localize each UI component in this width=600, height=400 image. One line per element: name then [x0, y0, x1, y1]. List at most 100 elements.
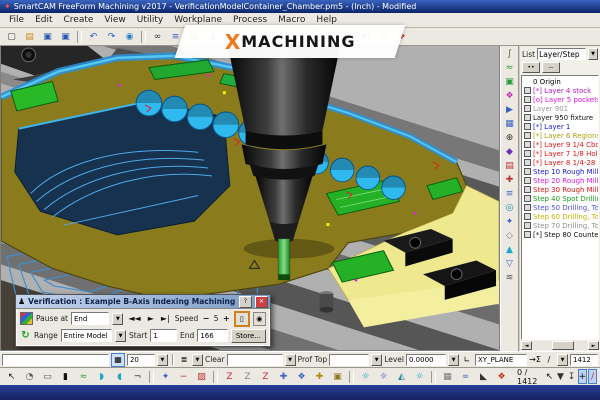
speed-plus-button[interactable]: +: [222, 314, 232, 324]
layer-list-item[interactable]: [o] Layer 5 pockets: [522, 95, 598, 104]
layer-list-item[interactable]: Step 50 Drilling, To: [522, 203, 598, 212]
new-file-icon[interactable]: ▢: [3, 28, 20, 45]
circle-teal-icon[interactable]: ◎: [502, 201, 517, 215]
drop-level-icon[interactable]: ↧: [566, 368, 577, 385]
menu-item[interactable]: Macro: [273, 15, 310, 25]
target-icon[interactable]: ⊕: [502, 131, 517, 145]
point-icon[interactable]: ▮: [57, 368, 74, 385]
spark-icon[interactable]: ✦: [157, 368, 174, 385]
cross-red-icon[interactable]: ✚: [502, 173, 517, 187]
hatch-icon[interactable]: ▨: [193, 368, 210, 385]
gear-red-icon[interactable]: ❖: [493, 368, 510, 385]
layer-list-item[interactable]: Step 40 Spot Drilling: [522, 194, 598, 203]
menu-item[interactable]: Create: [59, 15, 99, 25]
layer-list-item[interactable]: 0 Origin: [522, 77, 598, 86]
stop-mode-toggle[interactable]: ◉: [252, 311, 266, 326]
grid-snap-icon[interactable]: ▦: [110, 352, 125, 367]
layer-list-item[interactable]: Layer 950 fixture: [522, 113, 598, 122]
burst-cyan-icon[interactable]: ☼: [357, 368, 374, 385]
gem-icon[interactable]: ◆: [502, 145, 517, 159]
help-globe-icon[interactable]: ◉: [121, 28, 138, 45]
layer-list-item[interactable]: Step 10 Rough Milli: [522, 167, 598, 176]
show-tool-toggle[interactable]: ▯: [234, 310, 250, 327]
z-depth-red-icon[interactable]: Z: [221, 368, 238, 385]
arrow-path-icon[interactable]: ▶: [502, 103, 517, 117]
clear-button[interactable]: Clear: [205, 355, 225, 364]
layer-list-item[interactable]: Step 30 Rough Milli: [522, 185, 598, 194]
menu-item[interactable]: Help: [311, 15, 342, 25]
filter-dropdown-icon[interactable]: ▼: [284, 353, 296, 366]
layer-list-item[interactable]: Step 60 Drilling, To: [522, 212, 598, 221]
partial-circle-icon[interactable]: ◔: [21, 368, 38, 385]
menu-item[interactable]: File: [4, 15, 29, 25]
level-dropdown-icon[interactable]: ▼: [448, 353, 459, 366]
burst-blue-icon[interactable]: ☼: [375, 368, 392, 385]
layer-list-item[interactable]: Step 20 Rough Milli: [522, 176, 598, 185]
verification-dialog-titlebar[interactable]: ♟ Verification : Example B-Axis Indexing…: [16, 295, 270, 309]
prof-dropdown-icon[interactable]: ▼: [371, 353, 383, 366]
select-none-button[interactable]: --: [542, 62, 560, 73]
profile-path-icon[interactable]: ∫: [502, 47, 517, 61]
save-as-icon[interactable]: ▣: [57, 28, 74, 45]
layers-dropdown-icon[interactable]: ▼: [191, 353, 203, 366]
menu-item[interactable]: Edit: [30, 15, 57, 25]
pause-at-select[interactable]: End: [70, 312, 110, 325]
pause-at-dropdown-icon[interactable]: ▼: [112, 312, 124, 325]
scroll-right-icon[interactable]: ►: [588, 341, 599, 350]
layer-list-item[interactable]: [*] Layer 6 Regions: [522, 131, 598, 140]
range-select[interactable]: Entire Model: [60, 329, 112, 342]
scroll-left-icon[interactable]: ◄: [521, 341, 532, 350]
layer-list-item[interactable]: Layer 901: [522, 104, 598, 113]
end-field[interactable]: 166: [197, 329, 228, 342]
z-depth-gray-icon[interactable]: Z: [239, 368, 256, 385]
gem-blue-icon[interactable]: ❖: [293, 368, 310, 385]
speed-minus-button[interactable]: −: [201, 314, 211, 324]
store-button[interactable]: Store...: [230, 328, 266, 343]
view-glasses-icon[interactable]: ∞: [149, 28, 166, 45]
minus-red-icon[interactable]: −: [175, 368, 192, 385]
layer-list-item[interactable]: [*] Layer 7 1/8 Holes: [522, 149, 598, 158]
region-icon[interactable]: ▣: [502, 75, 517, 89]
verification-dialog[interactable]: ♟ Verification : Example B-Axis Indexing…: [15, 294, 271, 347]
box-olive-icon[interactable]: ▣: [329, 368, 346, 385]
filter-field[interactable]: [226, 353, 283, 366]
range-dropdown-icon[interactable]: ▼: [115, 329, 126, 342]
prof-top-field[interactable]: [329, 353, 370, 366]
save-icon[interactable]: ▣: [39, 28, 56, 45]
select-all-button[interactable]: ••: [522, 62, 540, 73]
sphere-right-icon[interactable]: ◗: [93, 368, 110, 385]
coord-dropdown-icon[interactable]: ▼: [557, 353, 568, 366]
layer-list-item[interactable]: Step 70 Drilling, To: [522, 221, 598, 230]
viewport-3d[interactable]: ♟ Verification : Example B-Axis Indexing…: [0, 46, 500, 351]
move-yellow-icon[interactable]: ✚: [311, 368, 328, 385]
spark-blue-icon[interactable]: ✦: [502, 215, 517, 229]
sum-jump-icon[interactable]: →Σ: [529, 354, 541, 366]
tri-blue-icon[interactable]: ▽: [502, 257, 517, 271]
window-icon[interactable]: ▦: [439, 368, 456, 385]
level-field[interactable]: 0.0000: [406, 353, 446, 366]
layer-list-item[interactable]: [*] Layer 4 stock: [522, 86, 598, 95]
corner-dark-icon[interactable]: ◣: [475, 368, 492, 385]
tolerance-field[interactable]: 20: [126, 353, 155, 366]
layers-red-icon[interactable]: ▤: [502, 159, 517, 173]
scroll-thumb[interactable]: [551, 341, 574, 350]
workplane-axis-icon[interactable]: ∟: [461, 354, 473, 366]
menu-item[interactable]: Process: [228, 15, 272, 25]
step-forward-button[interactable]: ►|: [159, 314, 172, 323]
cursor-mode-icon[interactable]: ↖: [544, 368, 555, 385]
flower-path-icon[interactable]: ❖: [502, 89, 517, 103]
undo-icon[interactable]: ↶: [85, 28, 102, 45]
layer-list-item[interactable]: [*] Layer 8 1/4-28 Ho: [522, 158, 598, 167]
corner-icon[interactable]: ¬: [129, 368, 146, 385]
wave-path-icon[interactable]: ≈: [502, 61, 517, 75]
list-blue-icon[interactable]: ≡: [502, 187, 517, 201]
list-dropdown-icon[interactable]: ▼: [588, 48, 598, 60]
layer-list-item[interactable]: [*] Layer 9 1/4 Cbore: [522, 140, 598, 149]
tolerance-dropdown-icon[interactable]: ▼: [156, 353, 168, 366]
hex-gray-icon[interactable]: ◇: [502, 229, 517, 243]
list-type-select[interactable]: Layer/Step: [537, 48, 586, 60]
dialog-help-button[interactable]: ?: [239, 295, 252, 308]
sphere-left-icon[interactable]: ◖: [111, 368, 128, 385]
play-button[interactable]: ►: [146, 314, 156, 323]
dialog-close-button[interactable]: ✕: [255, 295, 268, 308]
